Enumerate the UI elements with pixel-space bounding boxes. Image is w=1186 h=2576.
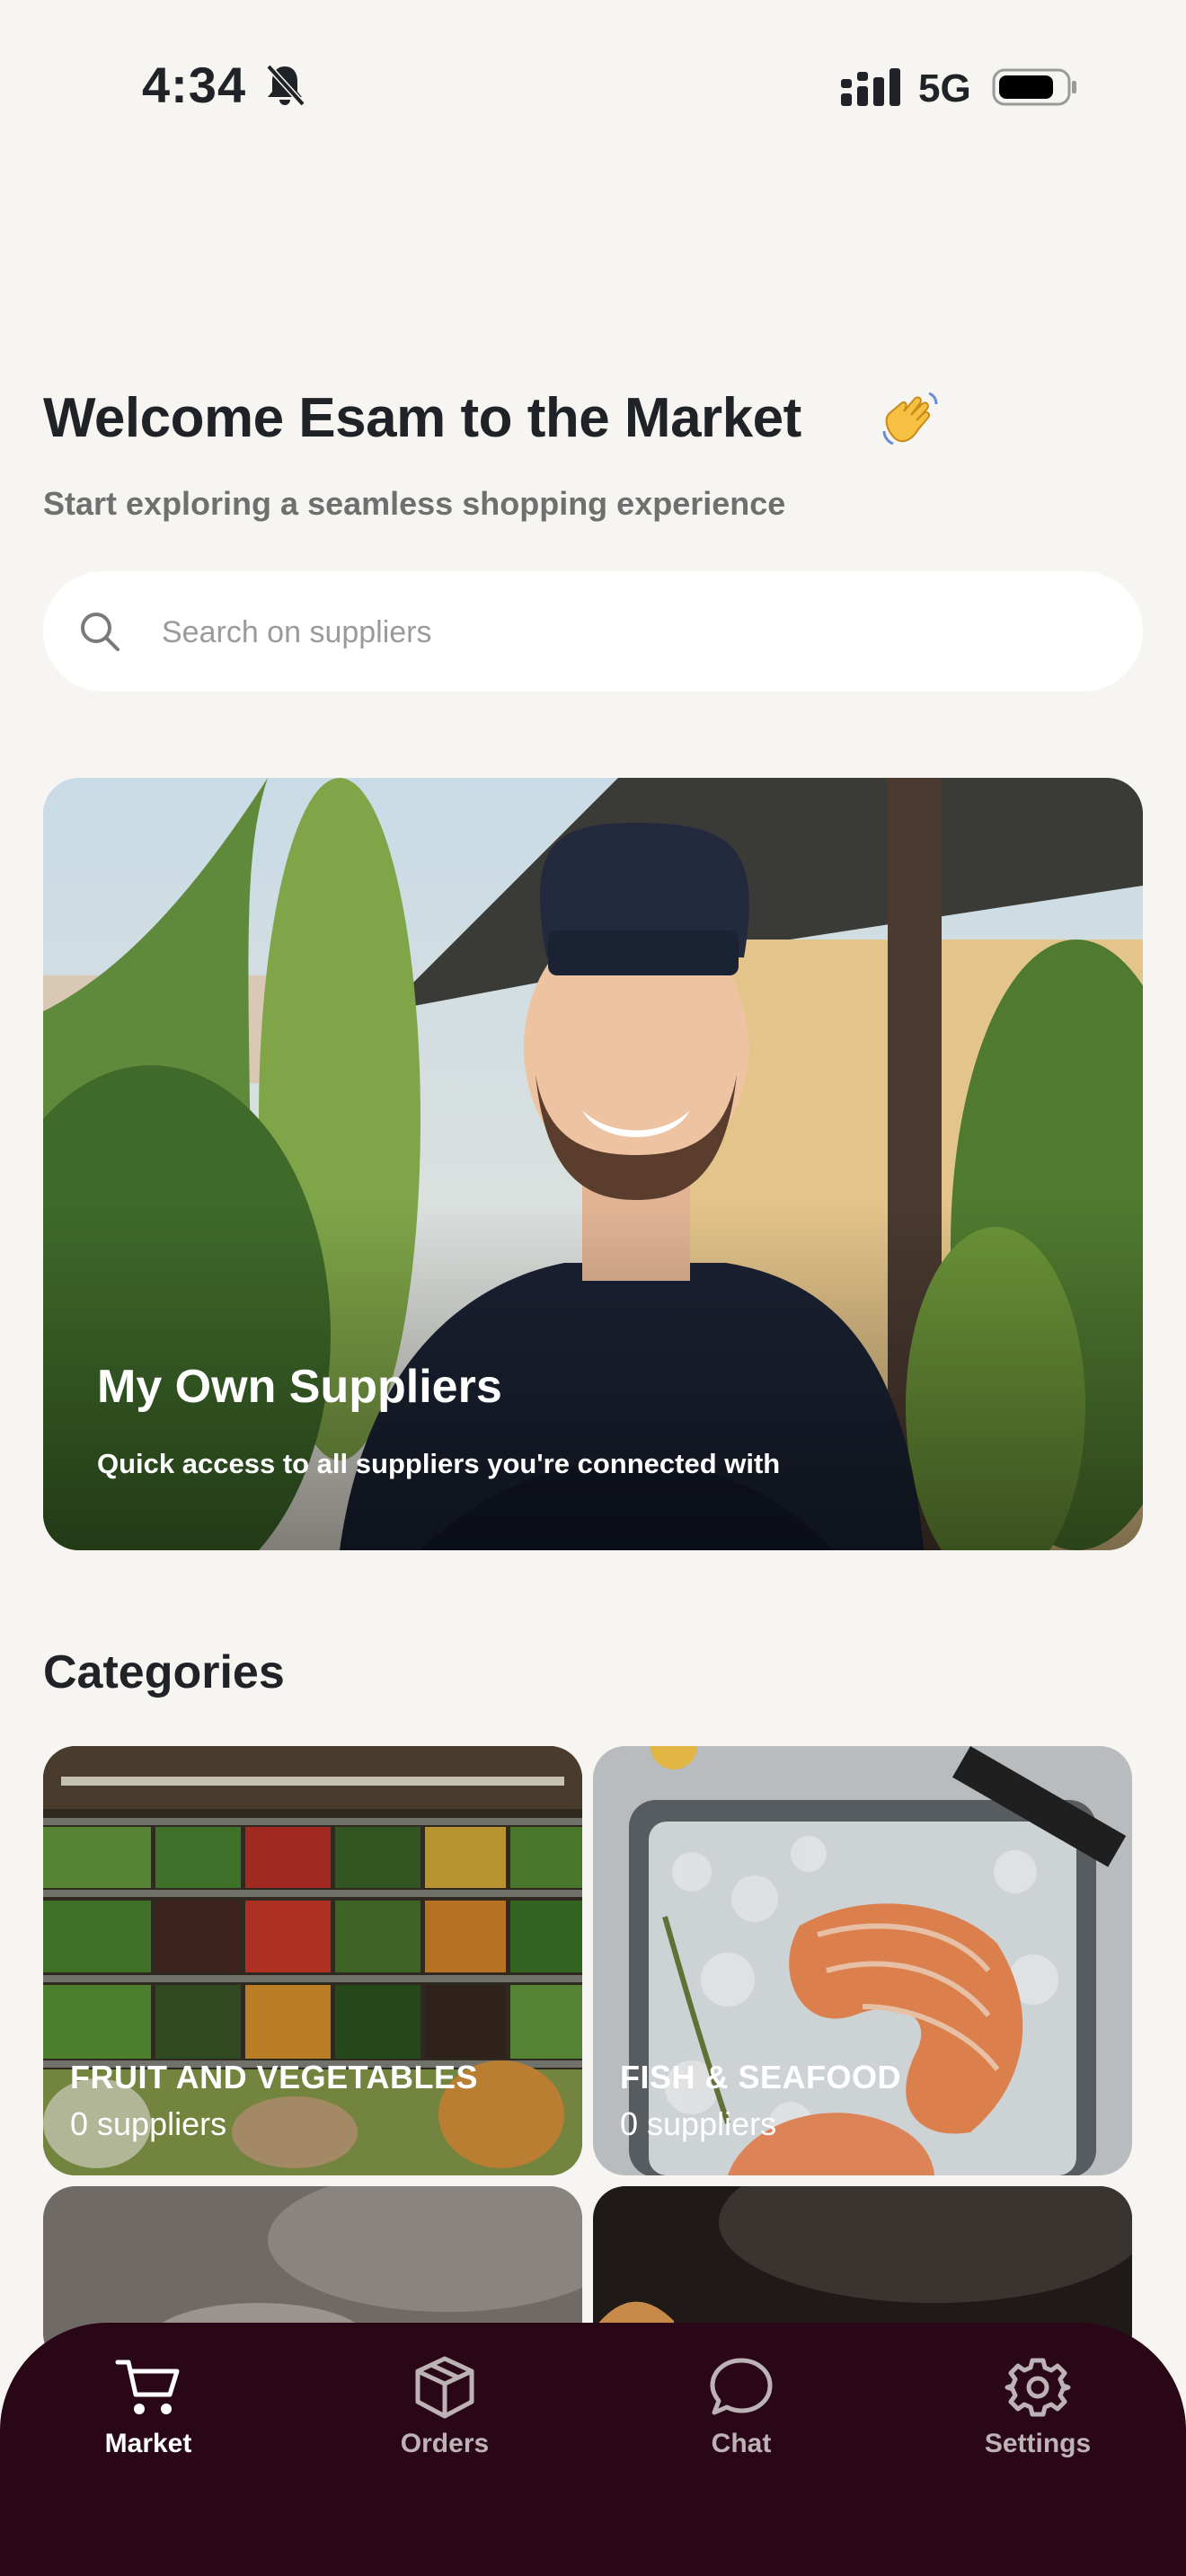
category-card-fish-seafood[interactable]: FISH & SEAFOOD 0 suppliers xyxy=(593,1746,1132,2175)
category-name: FRUIT AND VEGETABLES xyxy=(70,2059,479,2095)
category-card-fruit-vegetables[interactable]: FRUIT AND VEGETABLES 0 suppliers xyxy=(43,1746,582,2175)
cart-icon xyxy=(115,2360,180,2414)
hero-title: My Own Suppliers xyxy=(97,1361,502,1413)
categories-title: Categories xyxy=(43,1646,285,1698)
bottom-tab-bar: Market Orders Chat Settings xyxy=(0,2323,1186,2576)
gear-icon xyxy=(1005,2358,1071,2417)
tab-settings[interactable]: Settings xyxy=(939,2355,1137,2490)
chef-photo xyxy=(43,778,1143,1550)
network-type: 5G xyxy=(918,66,971,110)
hero-subtitle: Quick access to all suppliers you're con… xyxy=(97,1448,781,1479)
box-icon xyxy=(415,2356,474,2419)
category-name: FISH & SEAFOOD xyxy=(620,2059,902,2095)
category-supplier-count: 0 suppliers xyxy=(620,2105,777,2142)
my-suppliers-banner[interactable]: My Own Suppliers Quick access to all sup… xyxy=(43,778,1143,1550)
chat-bubble-icon xyxy=(710,2358,773,2415)
signal-icon xyxy=(841,68,900,106)
search-icon xyxy=(81,613,119,651)
tab-label: Market xyxy=(104,2429,192,2458)
welcome-subtitle: Start exploring a seamless shopping expe… xyxy=(43,485,786,522)
status-bar: 4:34 5G xyxy=(0,0,1186,171)
tab-label: Orders xyxy=(400,2429,490,2458)
tab-label: Settings xyxy=(984,2429,1092,2458)
category-supplier-count: 0 suppliers xyxy=(70,2105,227,2142)
tab-orders[interactable]: Orders xyxy=(346,2355,544,2490)
status-time: 4:34 xyxy=(142,57,247,113)
tab-label: Chat xyxy=(711,2429,772,2458)
search-input[interactable] xyxy=(160,602,1116,663)
battery-icon xyxy=(992,68,1076,106)
search-bar[interactable] xyxy=(43,571,1143,692)
tab-chat[interactable]: Chat xyxy=(642,2355,840,2490)
welcome-title: Welcome Esam to the Market xyxy=(43,387,801,449)
tab-market[interactable]: Market xyxy=(49,2355,247,2490)
bell-slash-icon xyxy=(266,64,305,107)
waving-hand-icon xyxy=(882,392,938,446)
